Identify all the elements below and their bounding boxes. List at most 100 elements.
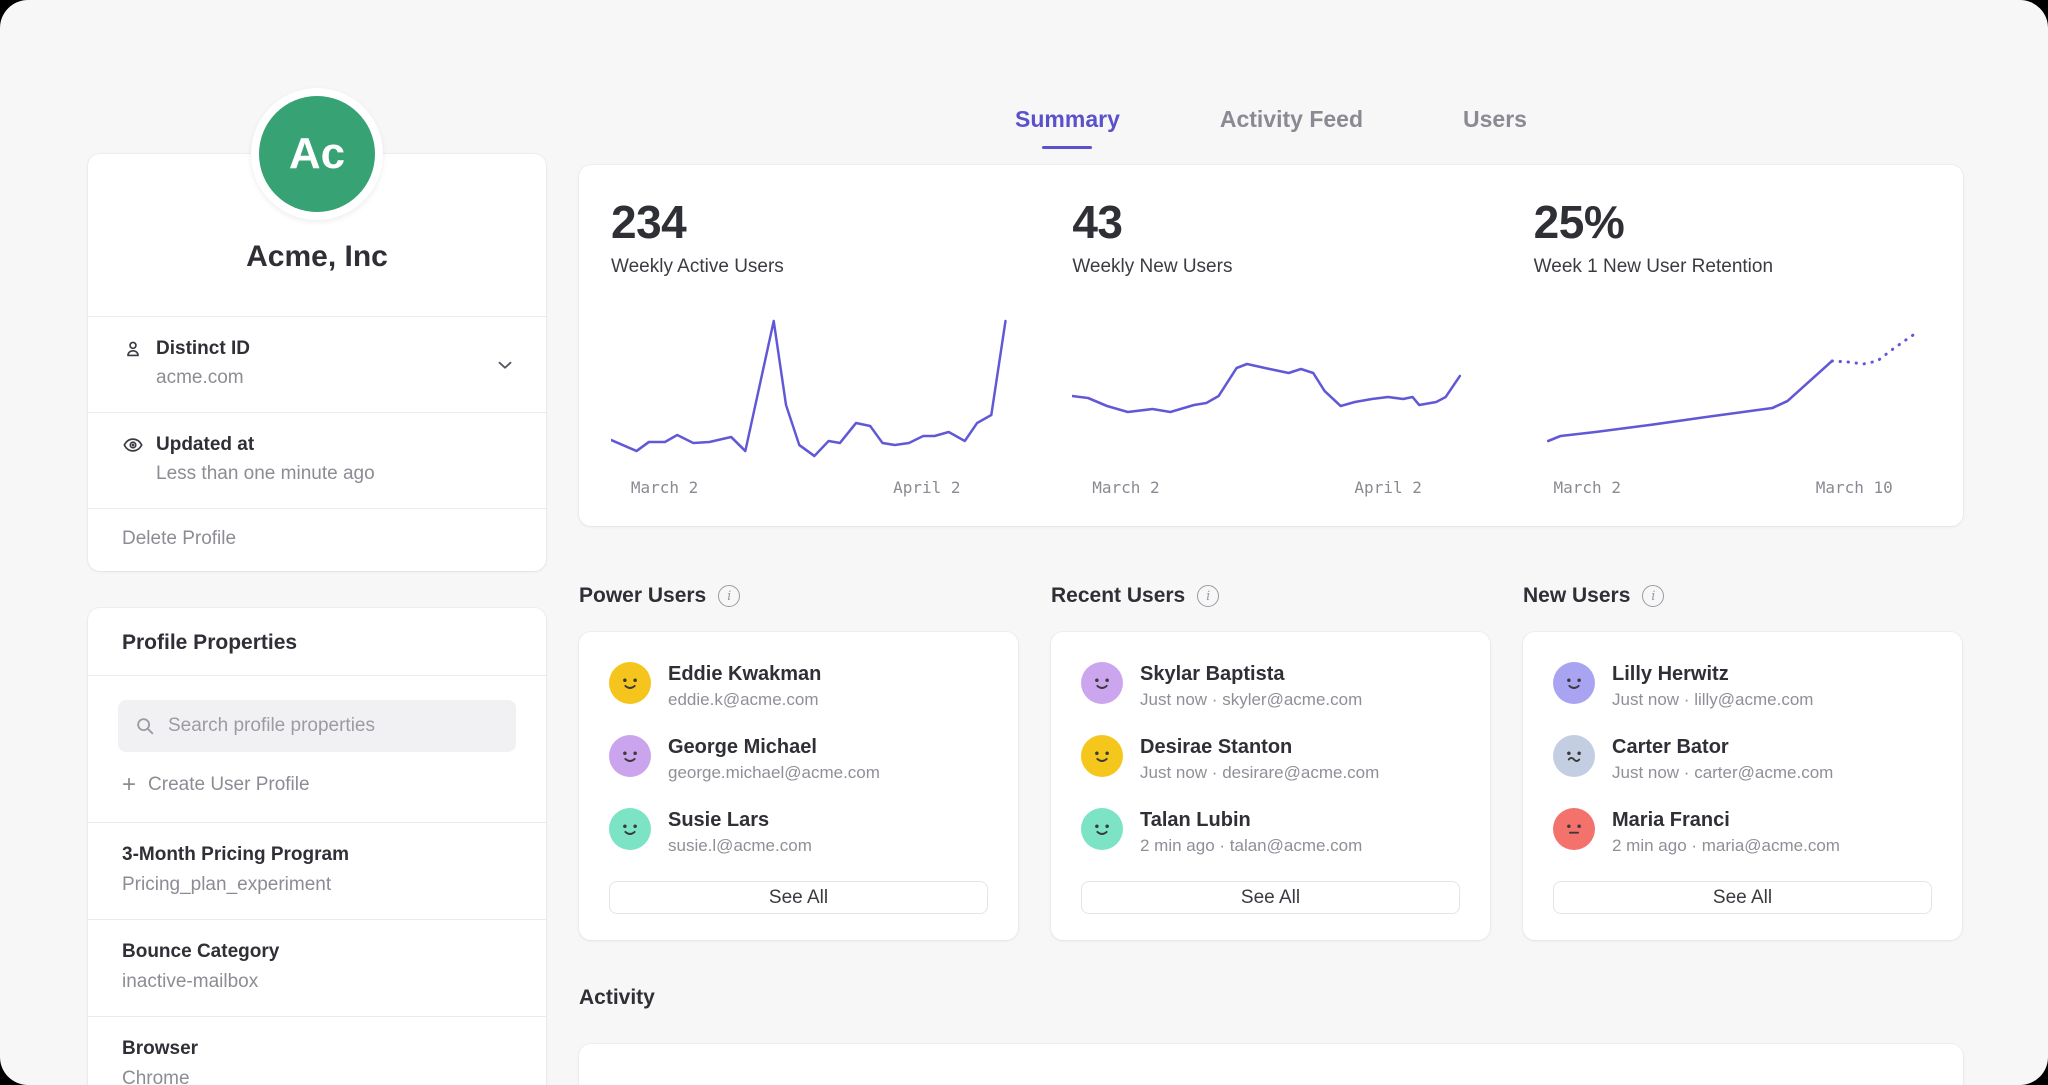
user-sections: Power Users i Eddie Kwakman eddie.k@acme… xyxy=(579,584,1963,940)
user-meta: susie.l@acme.com xyxy=(668,836,812,856)
property-value: inactive-mailbox xyxy=(122,971,512,993)
user-row[interactable]: Susie Lars susie.l@acme.com xyxy=(609,808,988,856)
user-avatar xyxy=(1553,662,1595,704)
x-tick: April 2 xyxy=(1354,478,1421,497)
stat-value: 43 xyxy=(1072,195,1469,249)
new-users-card: Lilly Herwitz Just now · lilly@acme.com … xyxy=(1523,632,1962,940)
user-name: Maria Franci xyxy=(1612,808,1840,832)
x-tick: March 2 xyxy=(631,478,698,497)
activity-card: 234 940 3.4k xyxy=(579,1044,1963,1085)
new-users-section: New Users i Lilly Herwitz Just now · lil… xyxy=(1523,584,1962,940)
user-name: Carter Bator xyxy=(1612,735,1833,759)
stat-label: Week 1 New User Retention xyxy=(1534,256,1931,278)
recent-users-section: Recent Users i Skylar Baptista Just now … xyxy=(1051,584,1490,940)
property-row[interactable]: Bounce Category inactive-mailbox xyxy=(88,919,546,1016)
field-distinct-id[interactable]: Distinct ID acme.com xyxy=(88,316,546,412)
recent-users-card: Skylar Baptista Just now · skyler@acme.c… xyxy=(1051,632,1490,940)
tab-summary[interactable]: Summary xyxy=(1015,106,1120,149)
chevron-down-icon[interactable] xyxy=(494,354,516,376)
profile-properties-card: Profile Properties + Create User Profile… xyxy=(88,608,546,1085)
user-row[interactable]: Lilly Herwitz Just now · lilly@acme.com xyxy=(1553,662,1932,710)
week1-retention-chart xyxy=(1534,308,1931,468)
stat-weekly-active-users: 234 Weekly Active Users March 2 April 2 xyxy=(579,195,1040,500)
delete-profile-button[interactable]: Delete Profile xyxy=(88,508,546,571)
create-user-profile-button[interactable]: + Create User Profile xyxy=(122,774,310,796)
user-meta: Just now · desirare@acme.com xyxy=(1140,763,1379,783)
user-avatar xyxy=(1081,808,1123,850)
user-meta: eddie.k@acme.com xyxy=(668,690,821,710)
user-meta: Just now · carter@acme.com xyxy=(1612,763,1833,783)
user-row[interactable]: Skylar Baptista Just now · skyler@acme.c… xyxy=(1081,662,1460,710)
user-meta: Just now · skyler@acme.com xyxy=(1140,690,1362,710)
user-meta: george.michael@acme.com xyxy=(668,763,880,783)
user-avatar xyxy=(1081,662,1123,704)
user-name: Skylar Baptista xyxy=(1140,662,1362,686)
section-title: Power Users xyxy=(579,584,706,608)
field-label: Updated at xyxy=(156,434,254,456)
stat-value: 25% xyxy=(1534,195,1931,249)
user-name: Eddie Kwakman xyxy=(668,662,821,686)
stat-label: Weekly Active Users xyxy=(611,256,1008,278)
property-value: Chrome xyxy=(122,1068,512,1085)
property-label: 3-Month Pricing Program xyxy=(122,844,512,866)
user-avatar xyxy=(609,808,651,850)
user-name: George Michael xyxy=(668,735,880,759)
user-name: Desirae Stanton xyxy=(1140,735,1379,759)
field-updated-at: Updated at Less than one minute ago xyxy=(88,412,546,508)
plus-icon: + xyxy=(122,775,136,795)
power-users-card: Eddie Kwakman eddie.k@acme.com George Mi… xyxy=(579,632,1018,940)
main-content: Summary Activity Feed Users 234 Weekly A… xyxy=(579,0,1963,1085)
user-name: Lilly Herwitz xyxy=(1612,662,1813,686)
avatar-ring: Ac xyxy=(251,88,383,220)
app-window: Ac Acme, Inc Distinct ID acme.com xyxy=(0,0,2048,1085)
x-axis-labels: March 2 March 10 xyxy=(1534,478,1931,500)
property-row[interactable]: 3-Month Pricing Program Pricing_plan_exp… xyxy=(88,822,546,919)
x-tick: March 10 xyxy=(1816,478,1893,497)
user-avatar xyxy=(1081,735,1123,777)
stat-label: Weekly New Users xyxy=(1072,256,1469,278)
info-icon[interactable]: i xyxy=(1642,585,1664,607)
profile-sidebar: Ac Acme, Inc Distinct ID acme.com xyxy=(88,88,546,1085)
user-name: Talan Lubin xyxy=(1140,808,1362,832)
user-name: Susie Lars xyxy=(668,808,812,832)
tab-activity-feed[interactable]: Activity Feed xyxy=(1220,106,1363,149)
see-all-button[interactable]: See All xyxy=(609,881,988,914)
user-row[interactable]: Eddie Kwakman eddie.k@acme.com xyxy=(609,662,988,710)
weekly-active-users-chart xyxy=(611,308,1008,468)
field-label: Distinct ID xyxy=(156,338,250,360)
x-axis-labels: March 2 April 2 xyxy=(611,478,1008,500)
user-row[interactable]: Maria Franci 2 min ago · maria@acme.com xyxy=(1553,808,1932,856)
x-tick: April 2 xyxy=(893,478,960,497)
user-row[interactable]: Desirae Stanton Just now · desirare@acme… xyxy=(1081,735,1460,783)
eye-icon xyxy=(122,434,144,456)
search-box[interactable] xyxy=(118,700,516,752)
weekly-new-users-chart xyxy=(1072,308,1469,468)
user-avatar xyxy=(609,662,651,704)
user-row[interactable]: Carter Bator Just now · carter@acme.com xyxy=(1553,735,1932,783)
field-value: acme.com xyxy=(156,367,512,389)
tab-users[interactable]: Users xyxy=(1463,106,1527,149)
x-axis-labels: March 2 April 2 xyxy=(1072,478,1469,500)
create-user-profile-label: Create User Profile xyxy=(148,774,310,796)
field-value: Less than one minute ago xyxy=(156,463,512,485)
property-label: Bounce Category xyxy=(122,941,512,963)
property-value: Pricing_plan_experiment xyxy=(122,874,512,896)
info-icon[interactable]: i xyxy=(1197,585,1219,607)
see-all-button[interactable]: See All xyxy=(1553,881,1932,914)
user-avatar xyxy=(1553,735,1595,777)
see-all-button[interactable]: See All xyxy=(1081,881,1460,914)
user-row[interactable]: Talan Lubin 2 min ago · talan@acme.com xyxy=(1081,808,1460,856)
power-users-section: Power Users i Eddie Kwakman eddie.k@acme… xyxy=(579,584,1018,940)
user-meta: Just now · lilly@acme.com xyxy=(1612,690,1813,710)
tab-bar: Summary Activity Feed Users xyxy=(579,106,1963,149)
stat-weekly-new-users: 43 Weekly New Users March 2 April 2 xyxy=(1040,195,1501,500)
section-title: Recent Users xyxy=(1051,584,1185,608)
summary-stats-card: 234 Weekly Active Users March 2 April 2 … xyxy=(579,165,1963,526)
property-row[interactable]: Browser Chrome xyxy=(88,1016,546,1085)
section-title: New Users xyxy=(1523,584,1630,608)
info-icon[interactable]: i xyxy=(718,585,740,607)
user-meta: 2 min ago · talan@acme.com xyxy=(1140,836,1362,856)
search-input[interactable] xyxy=(168,715,500,737)
user-row[interactable]: George Michael george.michael@acme.com xyxy=(609,735,988,783)
property-label: Browser xyxy=(122,1038,512,1060)
